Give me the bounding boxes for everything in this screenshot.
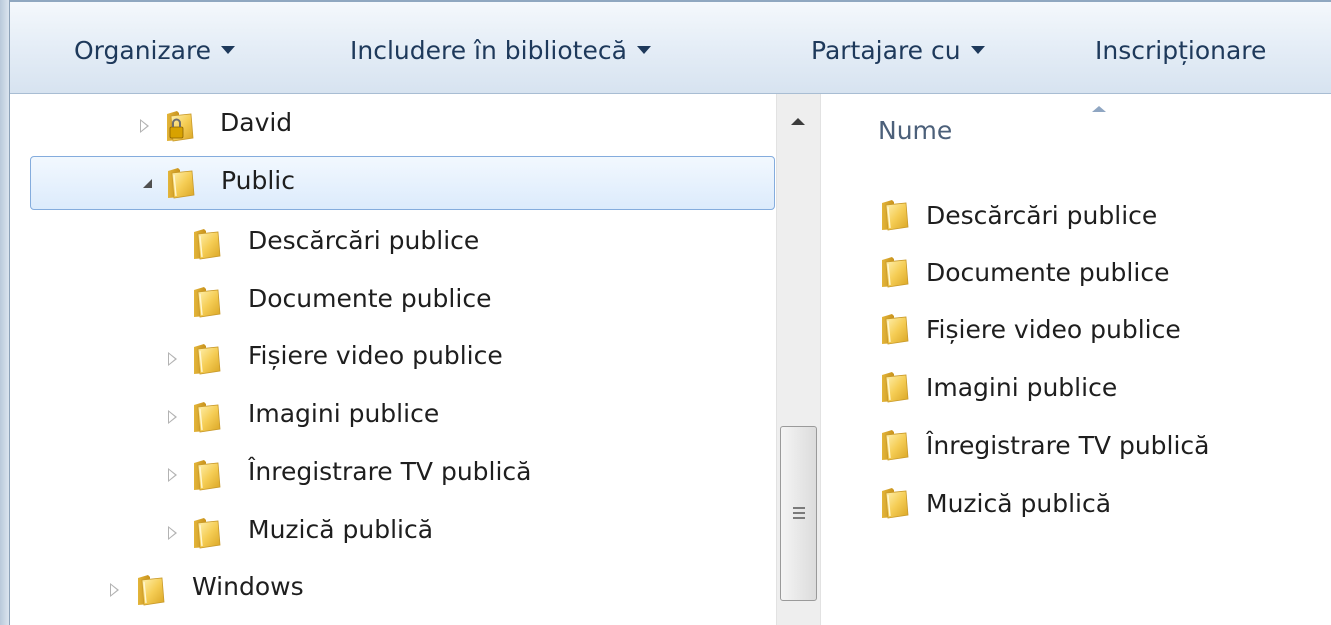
tree-item-public-documents[interactable]: Documente publice [10,276,770,328]
list-item-label: Muzică publică [926,488,1112,518]
share-with-button[interactable]: Partajare cu [811,36,985,65]
folder-icon [192,517,222,549]
grip-icon [793,507,805,509]
folder-icon [880,429,910,461]
navigation-pane: David Public Descărcări publice Document… [10,94,776,625]
list-item[interactable]: Imagini publice [880,362,1117,412]
include-in-library-button[interactable]: Includere în bibliotecă [350,36,651,65]
tree-item-label: Documente publice [248,284,492,313]
tree-item-public[interactable]: Public [30,156,775,210]
tree-item-david[interactable]: David [10,100,770,152]
tree-item-public-videos[interactable]: Fișiere video publice [10,333,770,385]
list-item-label: Imagini publice [926,372,1118,402]
folder-icon [192,286,222,318]
list-item[interactable]: Descărcări publice [880,190,1157,240]
name-column-header[interactable]: Nume [878,116,952,145]
share-label: Partajare cu [811,36,961,65]
burn-label: Inscripționare [1095,36,1267,65]
list-item[interactable]: Muzică publică [880,478,1111,528]
organize-menu-button[interactable]: Organizare [74,36,236,65]
chevron-down-icon [221,46,236,54]
locked-folder-icon [165,110,195,142]
tree-item-public-recorded-tv[interactable]: Înregistrare TV publică [10,449,770,501]
grip-icon [793,517,805,519]
expand-arrow-icon[interactable] [140,119,149,133]
scrollbar-thumb[interactable] [780,426,817,601]
tree-item-label: Imagini publice [248,399,440,428]
list-item[interactable]: Documente publice [880,247,1169,297]
folder-icon [136,574,166,606]
tree-item-windows[interactable]: Windows [10,564,770,616]
tree-item-label: Descărcări publice [248,226,480,255]
folder-icon [880,371,910,403]
folder-icon [880,487,910,519]
folder-icon [192,459,222,491]
folder-icon [192,343,222,375]
list-item-label: Documente publice [926,257,1170,287]
window-border [0,0,10,625]
collapse-arrow-icon[interactable] [143,179,152,188]
expand-arrow-icon[interactable] [110,583,119,597]
expand-arrow-icon[interactable] [168,468,177,482]
command-bar: Organizare Includere în bibliotecă Parta… [10,0,1331,94]
tree-item-label: Public [221,166,295,195]
folder-icon [192,228,222,260]
expand-arrow-icon[interactable] [168,410,177,424]
file-list-pane: Nume Descărcări publice Documente public… [822,94,1331,625]
include-label: Includere în bibliotecă [350,36,627,65]
tree-item-label: Windows [192,572,304,601]
chevron-down-icon [636,46,651,54]
scroll-up-arrow-icon[interactable] [791,118,805,125]
nav-pane-scrollbar[interactable] [776,94,821,625]
list-item-label: Fișiere video publice [926,314,1181,344]
grip-icon [793,512,805,514]
chevron-down-icon [970,46,985,54]
tree-item-label: Muzică publică [248,515,434,544]
tree-item-public-downloads[interactable]: Descărcări publice [10,218,770,270]
folder-icon [166,167,196,199]
folder-icon [192,401,222,433]
organize-label: Organizare [74,36,212,65]
list-item[interactable]: Înregistrare TV publică [880,420,1209,470]
list-item-label: Descărcări publice [926,200,1158,230]
tree-item-label: Înregistrare TV publică [248,457,532,486]
folder-icon [880,256,910,288]
burn-button[interactable]: Inscripționare [1095,36,1266,65]
folder-icon [880,199,910,231]
tree-item-public-pictures[interactable]: Imagini publice [10,391,770,443]
tree-item-public-music[interactable]: Muzică publică [10,507,770,559]
sort-ascending-icon [1092,106,1106,112]
expand-arrow-icon[interactable] [168,352,177,366]
tree-item-label: David [220,108,293,137]
list-item-label: Înregistrare TV publică [926,430,1210,460]
folder-icon [880,313,910,345]
tree-item-label: Fișiere video publice [248,341,503,370]
expand-arrow-icon[interactable] [168,526,177,540]
list-item[interactable]: Fișiere video publice [880,304,1181,354]
